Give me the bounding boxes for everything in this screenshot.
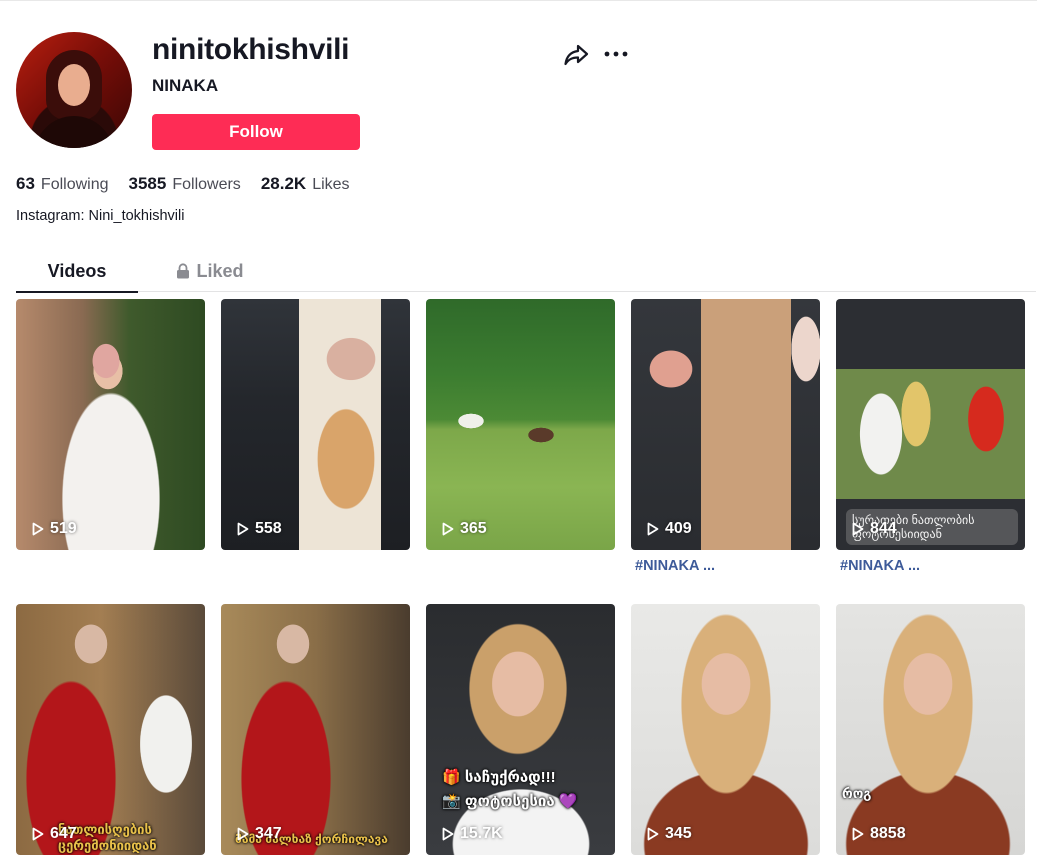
play-icon xyxy=(647,522,659,536)
profile-tabs: Videos Liked xyxy=(16,250,1036,293)
play-icon xyxy=(647,827,659,841)
video-card[interactable]: 409 xyxy=(631,299,820,550)
tab-videos[interactable]: Videos xyxy=(16,250,138,293)
likes-label: Likes xyxy=(312,176,350,193)
video-card[interactable]: 365 xyxy=(426,299,615,550)
view-count-label: 365 xyxy=(460,520,487,537)
top-divider xyxy=(0,0,1037,1)
tab-liked[interactable]: Liked xyxy=(170,250,250,292)
view-count: 647 xyxy=(32,825,77,843)
followers-label: Followers xyxy=(172,176,241,193)
video-card[interactable]: როგ 8858 xyxy=(836,604,1025,855)
avatar[interactable] xyxy=(16,32,132,148)
bio: Instagram: Nini_tokhishvili xyxy=(16,208,185,224)
play-icon xyxy=(852,522,864,536)
avatar-body xyxy=(34,116,114,148)
view-count-label: 347 xyxy=(255,825,282,842)
play-icon xyxy=(32,827,44,841)
more-icon[interactable] xyxy=(602,42,630,68)
view-count: 844 xyxy=(852,520,897,538)
username: ninitokhishvili xyxy=(152,33,350,66)
video-thumbnail xyxy=(16,604,205,855)
view-count-label: 558 xyxy=(255,520,282,537)
video-thumbnail xyxy=(221,604,410,855)
video-thumbnail xyxy=(631,604,820,855)
video-thumbnail xyxy=(836,604,1025,855)
followers-stat[interactable]: 3585 Followers xyxy=(129,174,241,194)
video-card[interactable]: 519 xyxy=(16,299,205,550)
video-thumbnail xyxy=(426,299,615,550)
view-count-label: 844 xyxy=(870,520,897,537)
view-count-label: 519 xyxy=(50,520,77,537)
play-icon xyxy=(237,827,249,841)
follow-button[interactable]: Follow xyxy=(152,114,360,150)
following-label: Following xyxy=(40,176,109,193)
video-overlay-text: როგ xyxy=(842,786,872,801)
video-thumbnail xyxy=(221,299,410,550)
tab-liked-label: Liked xyxy=(196,260,244,281)
play-icon xyxy=(237,522,249,536)
play-icon xyxy=(442,522,454,536)
view-count: 519 xyxy=(32,520,77,538)
video-card[interactable]: 345 xyxy=(631,604,820,855)
view-count: 345 xyxy=(647,825,692,843)
video-thumbnail xyxy=(631,299,820,550)
view-count-label: 647 xyxy=(50,825,77,842)
video-thumbnail xyxy=(16,299,205,550)
view-count-label: 409 xyxy=(665,520,692,537)
share-icon[interactable] xyxy=(562,42,590,68)
video-card[interactable]: 558 xyxy=(221,299,410,550)
play-icon xyxy=(32,522,44,536)
view-count: 409 xyxy=(647,520,692,538)
view-count: 15.7K xyxy=(442,825,503,843)
video-card[interactable]: ნათლისღების ცერემონიიდან 647 xyxy=(16,604,205,855)
video-card[interactable]: მამა მალხაზ ქორჩილავა 347 xyxy=(221,604,410,855)
view-count: 365 xyxy=(442,520,487,538)
video-overlay-text: 📸 ფოტოსესია 💜 xyxy=(442,793,578,810)
likes-count: 28.2K xyxy=(260,174,307,193)
video-card[interactable]: 🎁 საჩუქრად!!! 📸 ფოტოსესია 💜 15.7K xyxy=(426,604,615,855)
avatar-face xyxy=(58,64,90,106)
view-count: 8858 xyxy=(852,825,906,843)
play-icon xyxy=(442,827,454,841)
video-overlay-text: ნათლისღების ცერემონიიდან xyxy=(58,822,157,853)
tab-videos-label: Videos xyxy=(47,260,107,281)
view-count: 347 xyxy=(237,825,282,843)
stats-bar: 63 Following 3585 Followers 28.2K Likes xyxy=(16,174,350,194)
video-caption[interactable]: #NINAKA ... xyxy=(840,558,920,574)
video-card[interactable]: სურათები ნათლობის ფოტოსესიიდან 844 xyxy=(836,299,1025,550)
followers-count: 3585 xyxy=(128,174,167,193)
lock-icon xyxy=(177,263,190,279)
play-icon xyxy=(852,827,864,841)
likes-stat: 28.2K Likes xyxy=(261,174,350,194)
view-count-label: 8858 xyxy=(870,825,906,842)
view-count-label: 345 xyxy=(665,825,692,842)
following-count: 63 xyxy=(16,174,35,193)
video-overlay-text: 🎁 საჩუქრად!!! xyxy=(442,769,556,786)
video-caption[interactable]: #NINAKA ... xyxy=(635,558,715,574)
view-count: 558 xyxy=(237,520,282,538)
view-count-label: 15.7K xyxy=(460,825,503,842)
video-thumbnail xyxy=(426,604,615,855)
following-stat[interactable]: 63 Following xyxy=(16,174,109,194)
nickname: NINAKA xyxy=(152,76,219,95)
